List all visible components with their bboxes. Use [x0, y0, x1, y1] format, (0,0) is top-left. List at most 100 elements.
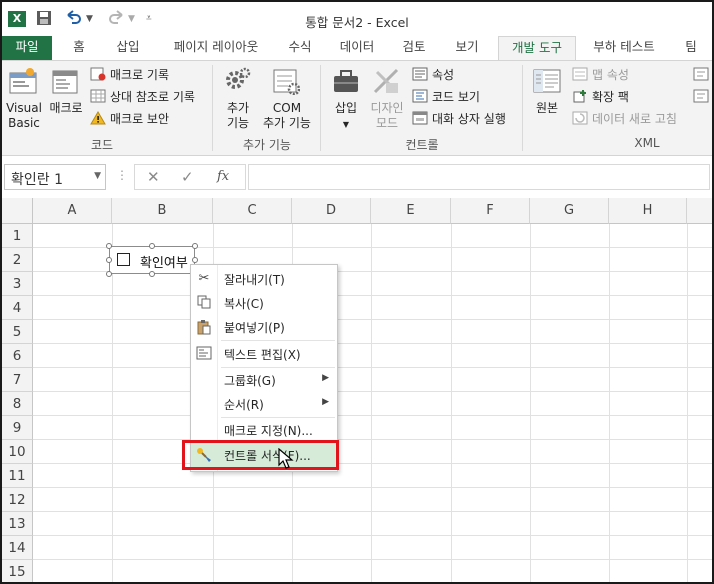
ribbon: Visual Basic 매크로 매크로 기록 상대 참조로 기록 매크로 보안… — [2, 60, 712, 156]
resize-handle[interactable] — [106, 243, 112, 249]
map-properties-button[interactable]: 맵 속성 — [572, 65, 629, 85]
xml-group-label: XML — [634, 136, 660, 150]
mouse-pointer-icon — [278, 447, 294, 470]
expansion-packs-label: 확장 팩 — [592, 90, 629, 104]
row-header[interactable]: 13 — [2, 512, 33, 536]
code-group-label: 코드 — [90, 138, 114, 152]
drag-handle-icon[interactable]: ⋮ — [116, 168, 128, 182]
design-mode-icon — [372, 67, 400, 98]
column-header[interactable]: D — [292, 198, 371, 224]
xml-import-icon[interactable] — [692, 67, 710, 84]
insert-function-icon[interactable]: fx — [217, 169, 229, 184]
properties-button[interactable]: 속성 — [412, 65, 454, 85]
tab-home[interactable]: 홈 — [62, 36, 96, 60]
tab-data[interactable]: 데이터 — [330, 36, 384, 60]
menu-item-order[interactable]: 순서(R) ▶ — [191, 392, 337, 416]
row-header[interactable]: 8 — [2, 392, 33, 416]
relative-ref-icon — [90, 89, 106, 103]
run-dialog-button[interactable]: 대화 상자 실행 — [412, 109, 506, 129]
tab-developer[interactable]: 개발 도구 — [498, 36, 576, 61]
macro-button[interactable]: 매크로 — [46, 101, 86, 116]
insert-dropdown-icon[interactable]: ▼ — [328, 117, 364, 132]
tab-team[interactable]: 팀 — [676, 36, 706, 60]
menu-item-assign-macro[interactable]: 매크로 지정(N)... — [191, 418, 337, 442]
submenu-arrow-icon: ▶ — [322, 373, 329, 383]
checkbox-square[interactable] — [117, 253, 130, 266]
column-header[interactable]: B — [112, 198, 213, 224]
menu-item-group[interactable]: 그룹화(G) ▶ — [191, 368, 337, 392]
macro-security-button[interactable]: 매크로 보안 — [90, 109, 169, 129]
expansion-packs-button[interactable]: 확장 팩 — [572, 87, 629, 107]
visual-basic-button[interactable]: Visual Basic — [4, 101, 44, 131]
properties-icon — [412, 67, 428, 81]
row-header[interactable]: 12 — [2, 488, 33, 512]
cancel-icon[interactable]: ✕ — [147, 168, 160, 186]
column-header[interactable]: A — [33, 198, 112, 224]
record-macro-button[interactable]: 매크로 기록 — [90, 65, 169, 85]
row-header[interactable]: 7 — [2, 368, 33, 392]
tab-formulas[interactable]: 수식 — [280, 36, 320, 60]
row-header[interactable]: 2 — [2, 248, 33, 272]
formula-bar: 확인란 1 ▼ ⋮ ✕ ✓ fx — [2, 156, 712, 198]
tab-file[interactable]: 파일 — [2, 36, 52, 60]
row-header[interactable]: 15 — [2, 560, 33, 582]
row-header[interactable]: 9 — [2, 416, 33, 440]
tab-insert[interactable]: 삽입 — [106, 36, 150, 60]
menu-item-edit-text[interactable]: 텍스트 편집(X) — [191, 342, 337, 366]
relative-ref-button[interactable]: 상대 참조로 기록 — [90, 87, 195, 107]
tab-page-layout[interactable]: 페이지 레이아웃 — [160, 36, 272, 60]
row-header[interactable]: 4 — [2, 296, 33, 320]
row-header[interactable]: 14 — [2, 536, 33, 560]
select-all-corner[interactable] — [2, 198, 33, 224]
insert-control-button[interactable]: 삽입 — [328, 101, 364, 116]
resize-handle[interactable] — [149, 271, 155, 277]
column-header[interactable]: F — [451, 198, 530, 224]
chevron-down-icon[interactable]: ▼ — [94, 171, 101, 181]
column-header[interactable] — [687, 198, 712, 224]
name-box[interactable]: 확인란 1 ▼ — [4, 164, 106, 190]
menu-item-label: 그룹화(G) — [224, 374, 276, 388]
ribbon-separator — [320, 65, 321, 151]
row-header[interactable]: 10 — [2, 440, 33, 464]
tab-view[interactable]: 보기 — [444, 36, 490, 60]
refresh-data-icon — [572, 111, 588, 125]
row-header[interactable]: 6 — [2, 344, 33, 368]
row-header[interactable]: 11 — [2, 464, 33, 488]
view-code-button[interactable]: 코드 보기 — [412, 87, 480, 107]
row-header[interactable]: 5 — [2, 320, 33, 344]
formula-input[interactable] — [248, 164, 710, 190]
row-header[interactable]: 1 — [2, 224, 33, 248]
resize-handle[interactable] — [106, 271, 112, 277]
tab-review[interactable]: 검토 — [394, 36, 434, 60]
checkbox-control[interactable]: 확인여부 — [106, 243, 198, 277]
column-header[interactable]: H — [609, 198, 687, 224]
scissors-icon: ✂ — [198, 271, 210, 286]
column-header[interactable]: E — [371, 198, 451, 224]
design-mode-button[interactable]: 디자인 모드 — [366, 101, 408, 131]
map-properties-icon — [572, 67, 588, 81]
menu-item-label: 순서(R) — [224, 398, 264, 412]
tab-load-test[interactable]: 부하 테스트 — [584, 36, 664, 60]
ribbon-separator — [522, 65, 523, 151]
window-title: 통합 문서2 - Excel — [305, 15, 409, 30]
menu-item-copy[interactable]: 복사(C) — [191, 291, 337, 315]
grid-line — [33, 295, 712, 296]
resize-handle[interactable] — [106, 257, 112, 263]
xml-export-icon[interactable] — [692, 89, 710, 106]
row-header[interactable]: 3 — [2, 272, 33, 296]
com-addins-button[interactable]: COM 추가 기능 — [258, 101, 316, 131]
column-header[interactable]: C — [213, 198, 292, 224]
resize-handle[interactable] — [149, 243, 155, 249]
column-header[interactable]: G — [530, 198, 609, 224]
refresh-data-button[interactable]: 데이터 새로 고침 — [572, 109, 677, 129]
menu-item-cut[interactable]: ✂ 잘라내기(T) — [191, 267, 337, 291]
grid-line — [33, 463, 712, 464]
menu-item-paste[interactable]: 붙여넣기(P) — [191, 315, 337, 339]
highlight-box — [182, 440, 339, 470]
enter-icon[interactable]: ✓ — [181, 168, 194, 186]
resize-handle[interactable] — [192, 243, 198, 249]
addins-button[interactable]: 추가 기능 — [218, 101, 258, 131]
xml-source-button[interactable]: 원본 — [528, 101, 566, 116]
resize-handle[interactable] — [192, 257, 198, 263]
macro-security-label: 매크로 보안 — [110, 112, 170, 126]
